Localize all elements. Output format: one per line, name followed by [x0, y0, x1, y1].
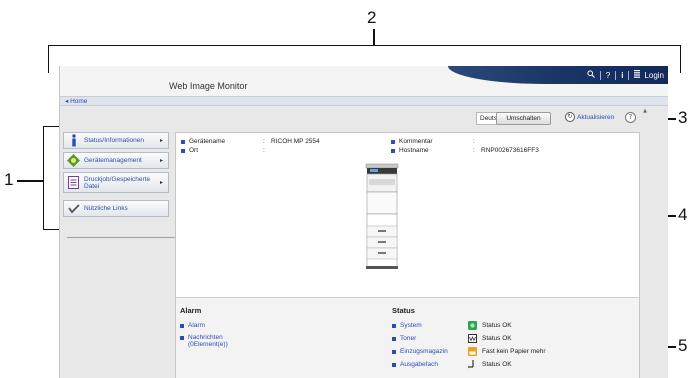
callout-4: 4: [678, 205, 688, 224]
callout-2: 2: [367, 8, 377, 27]
document-icon: [67, 176, 80, 189]
info-key: Gerätename: [189, 138, 226, 145]
search-icon[interactable]: [587, 70, 595, 80]
callout-1-leader: [17, 180, 43, 182]
status-item-label: Einzugsmagazin: [400, 348, 448, 355]
output-tray-icon: [468, 360, 477, 369]
bullet: [392, 363, 396, 367]
status-value-system: Status OK: [468, 321, 512, 330]
green-ok-icon: [468, 321, 477, 330]
status-title: Status: [392, 306, 415, 315]
chevron-right-icon: ▸: [160, 180, 164, 186]
colon: :: [263, 147, 265, 154]
bullet: [392, 337, 396, 341]
sidebar-item-device-management[interactable]: Gerätemanagement ▸: [63, 152, 169, 169]
scroll-up-arrow[interactable]: ▲: [641, 108, 649, 116]
sidebar-item-label: Druckjob/Gespeicherte Datei: [84, 175, 151, 190]
bullet: [391, 149, 395, 153]
toner-icon: [468, 334, 477, 343]
callout-2-stem: [373, 29, 375, 45]
info-row-hostname: Hostname : RNP002673616FF3: [391, 147, 539, 154]
sidebar-menu: Status/Informationen ▸ Gerätemanagement …: [63, 132, 169, 220]
bullet: [391, 140, 395, 144]
sidebar-item-label: Nützliche Links: [84, 205, 128, 212]
header-tools: ? i Login: [587, 70, 664, 80]
sidebar-divider: [67, 237, 177, 238]
refresh-label: Aktualisieren: [577, 113, 615, 121]
info-value: RICOH MP 2554: [271, 138, 320, 145]
info-row-comment: Kommentar :: [391, 138, 481, 145]
alarm-status-area: Alarm Alarm Nachrichten (0Element(e)) St…: [176, 297, 639, 378]
colon: :: [473, 147, 475, 154]
info-key: Ort: [189, 147, 199, 154]
info-icon: [67, 134, 80, 147]
status-value-text: Status OK: [482, 335, 512, 342]
status-value-output-tray: Status OK: [468, 360, 512, 369]
toolbar: Deutsch ▼ Umschalten ↻ Aktualisieren ?: [60, 108, 668, 130]
device-overview-panel: Gerätename : RICOH MP 2554 Ort : Komment…: [175, 132, 640, 378]
home-bar: ◂ Home: [60, 96, 668, 106]
app-title: Web Image Monitor: [169, 81, 248, 91]
help-button[interactable]: ?: [625, 112, 636, 123]
status-value-text: Fast kein Papier mehr: [482, 348, 546, 355]
info-value: RNP002673616FF3: [481, 147, 539, 154]
status-item-toner[interactable]: Toner: [392, 335, 416, 342]
chevron-right-icon: ▸: [160, 158, 164, 164]
sidebar-item-label: Gerätemanagement: [84, 157, 142, 164]
messages-link-label: Nachrichten (0Element(e)): [188, 334, 228, 348]
sidebar-item-label: Status/Informationen: [84, 137, 144, 144]
alarm-link-label: Alarm: [188, 322, 205, 329]
sidebar-item-status-information[interactable]: Status/Informationen ▸: [63, 132, 169, 149]
refresh-button[interactable]: ↻ Aktualisieren: [565, 112, 614, 122]
colon: :: [473, 138, 475, 145]
status-item-output-tray[interactable]: Ausgabefach: [392, 361, 438, 368]
device-management-icon: [67, 154, 80, 167]
paper-warning-icon: [468, 347, 477, 356]
sidebar-item-useful-links[interactable]: Nützliche Links: [63, 200, 169, 217]
tool-separator: [599, 70, 601, 80]
menu-icon[interactable]: [634, 70, 641, 80]
bullet: [180, 336, 184, 340]
status-item-label: Ausgabefach: [400, 361, 438, 368]
alarm-link[interactable]: Alarm: [180, 322, 205, 329]
info-row-device-name: Gerätename : RICOH MP 2554: [181, 138, 320, 145]
status-value-text: Status OK: [482, 322, 512, 329]
info-icon[interactable]: i: [621, 71, 623, 80]
bullet: [181, 149, 185, 153]
status-item-label: System: [400, 322, 422, 329]
home-label: Home: [70, 98, 88, 105]
tool-separator: [628, 70, 630, 80]
bullet: [180, 324, 184, 328]
bullet: [181, 140, 185, 144]
info-key: Hostname: [399, 147, 429, 154]
status-item-system[interactable]: System: [392, 322, 422, 329]
messages-link[interactable]: Nachrichten (0Element(e)): [180, 334, 260, 348]
status-value-toner: Status OK: [468, 334, 512, 343]
chevron-right-icon: ▸: [160, 138, 164, 144]
web-image-monitor-window: Web Image Monitor ? i Login ◂ Home Deuts…: [59, 66, 668, 378]
tool-separator: [615, 70, 617, 80]
status-item-label: Toner: [400, 335, 417, 342]
bullet: [392, 350, 396, 354]
colon: :: [263, 138, 265, 145]
callout-5: 5: [678, 336, 688, 355]
info-row-location: Ort :: [181, 147, 271, 154]
callout-3: 3: [678, 108, 688, 127]
printer-image: [363, 160, 401, 270]
sidebar-item-print-job[interactable]: Druckjob/Gespeicherte Datei ▸: [63, 172, 169, 193]
status-item-input-tray[interactable]: Einzugsmagazin: [392, 348, 448, 355]
link-icon: [67, 202, 80, 215]
info-key: Kommentar: [399, 138, 433, 145]
switch-language-button[interactable]: Umschalten: [496, 112, 551, 125]
login-link[interactable]: Login: [644, 71, 664, 80]
bullet: [392, 324, 396, 328]
refresh-icon: ↻: [565, 112, 575, 122]
status-value-input-tray: Fast kein Papier mehr: [468, 347, 546, 356]
alarm-title: Alarm: [180, 306, 202, 315]
header: Web Image Monitor ? i Login: [60, 66, 668, 96]
callout-1: 1: [4, 170, 14, 189]
help-icon[interactable]: ?: [606, 71, 610, 80]
status-value-text: Status OK: [482, 361, 512, 368]
home-link[interactable]: ◂ Home: [65, 97, 87, 105]
